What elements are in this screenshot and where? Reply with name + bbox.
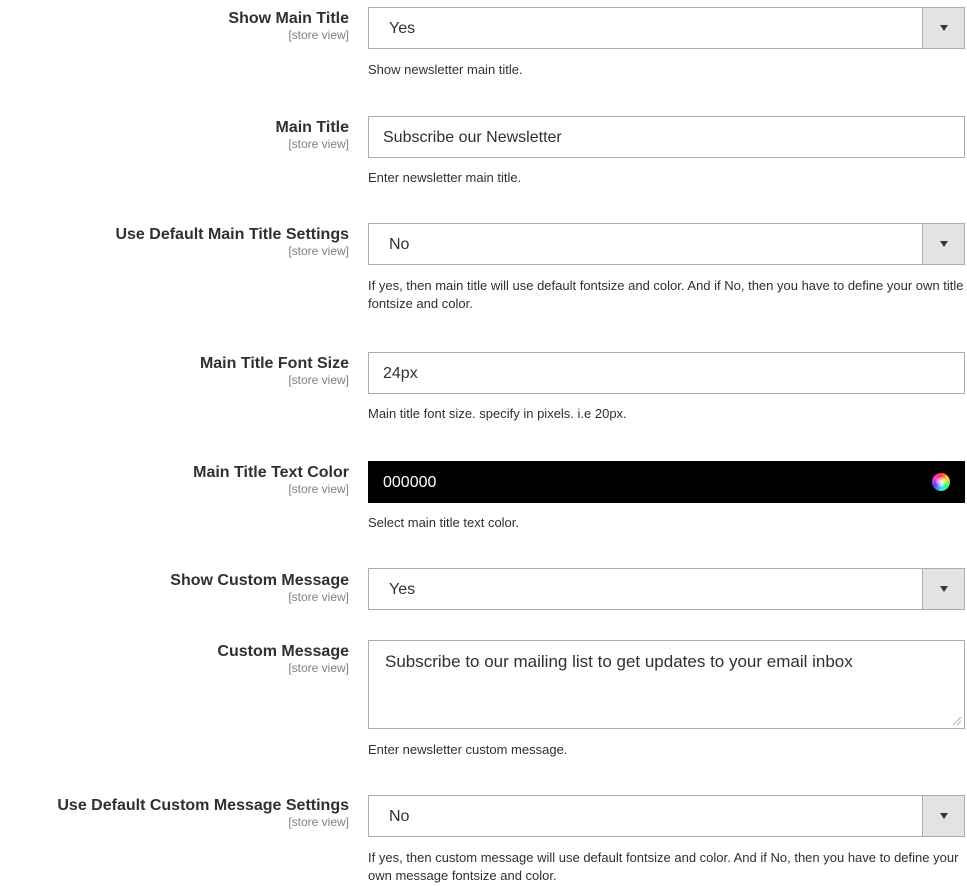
main-title-font-size-input[interactable]: 24px (368, 352, 965, 394)
field-label-use-default-custom-message-settings: Use Default Custom Message Settings [sto… (57, 797, 349, 829)
field-note: Show newsletter main title. (368, 62, 523, 77)
select-value: No (389, 808, 410, 825)
field-label-main-title: Main Title [store view] (275, 119, 350, 151)
field-note: Enter newsletter main title. (368, 170, 522, 185)
input-value: Subscribe our Newsletter (383, 129, 562, 146)
select-value: No (389, 236, 410, 253)
chevron-down-icon (940, 813, 948, 819)
color-wheel-icon[interactable] (932, 473, 950, 491)
field-note: If yes, then custom message will use def… (368, 850, 959, 883)
use-default-main-title-settings-select[interactable]: No (368, 223, 965, 265)
field-label-custom-message: Custom Message [store view] (217, 643, 349, 675)
custom-message-textarea[interactable]: Subscribe to our mailing list to get upd… (368, 640, 965, 729)
input-value: 24px (383, 365, 418, 382)
chevron-down-icon (940, 241, 948, 247)
select-value: Yes (389, 20, 416, 37)
field-label-use-default-main-title-settings: Use Default Main Title Settings [store v… (115, 226, 349, 258)
chevron-down-icon (940, 586, 948, 592)
field-note: Main title font size. specify in pixels.… (368, 406, 627, 421)
dropdown-toggle[interactable] (922, 569, 964, 609)
field-note: Enter newsletter custom message. (368, 742, 568, 757)
field-label-show-main-title: Show Main Title [store view] (228, 10, 349, 42)
select-value: Yes (389, 581, 416, 598)
show-custom-message-select[interactable]: Yes (368, 568, 965, 610)
resize-grip-icon[interactable] (953, 717, 961, 725)
field-label-main-title-text-color: Main Title Text Color [store view] (193, 464, 349, 496)
chevron-down-icon (940, 25, 948, 31)
input-value: 000000 (383, 474, 437, 491)
use-default-custom-message-settings-select[interactable]: No (368, 795, 965, 837)
field-note: Select main title text color. (368, 515, 520, 530)
main-title-input[interactable]: Subscribe our Newsletter (368, 116, 965, 158)
dropdown-toggle[interactable] (922, 796, 964, 836)
textarea-value: Subscribe to our mailing list to get upd… (385, 652, 853, 671)
field-label-main-title-font-size: Main Title Font Size [store view] (199, 355, 349, 387)
show-main-title-select[interactable]: Yes (368, 7, 965, 49)
main-title-text-color-input[interactable]: 000000 (368, 461, 965, 503)
field-label-show-custom-message: Show Custom Message [store view] (170, 572, 349, 604)
field-note: If yes, then main title will use default… (368, 278, 964, 311)
dropdown-toggle[interactable] (922, 8, 964, 48)
dropdown-toggle[interactable] (922, 224, 964, 264)
